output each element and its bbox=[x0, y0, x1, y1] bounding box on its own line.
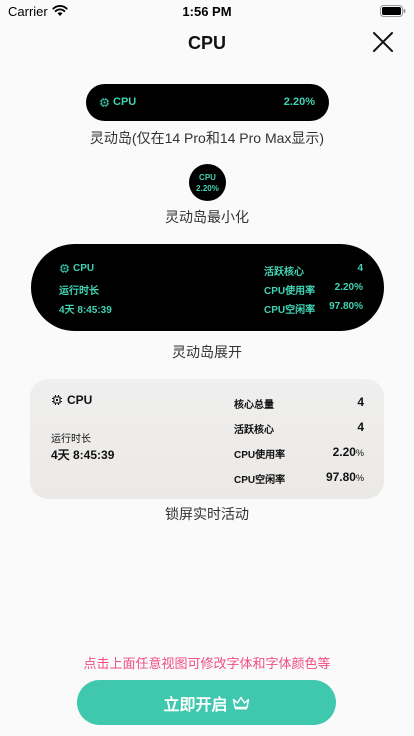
cpu-chip-icon bbox=[52, 395, 62, 405]
expanded-active-cores-value: 4 bbox=[357, 263, 363, 274]
dynamic-island-compact[interactable]: CPU 2.20% bbox=[86, 84, 329, 121]
lockscreen-live-activity[interactable]: CPU 运行时长 4天 8:45:39 核心总量 4 活跃核心 4 CPU使用率… bbox=[30, 379, 384, 499]
lock-row-usage: CPU使用率 2.20% bbox=[234, 445, 364, 461]
pill-cpu-label: CPU bbox=[113, 96, 137, 108]
lock-usage-unit: % bbox=[355, 448, 364, 458]
lock-uptime-value: 4天 8:45:39 bbox=[51, 448, 115, 462]
lock-row-total-cores: 核心总量 4 bbox=[234, 395, 364, 411]
lock-active-cores-value: 4 bbox=[357, 420, 364, 434]
dynamic-island-expanded[interactable]: CPU 运行时长 4天 8:45:39 活跃核心 4 CPU使用率 2.20% … bbox=[31, 244, 384, 331]
expanded-caption: 灵动岛展开 bbox=[172, 344, 242, 360]
status-bar: Carrier 1:56 PM bbox=[0, 0, 414, 22]
customize-hint: 点击上面任意视图可修改字体和字体颜色等 bbox=[83, 656, 331, 671]
expanded-idle-label: CPU空闲率 bbox=[264, 305, 316, 316]
lock-idle-value-group: 97.80% bbox=[326, 470, 364, 484]
enable-now-label: 立即开启 bbox=[163, 696, 228, 714]
expanded-uptime-value: 4天 8:45:39 bbox=[59, 305, 112, 316]
lock-row-active-cores: 活跃核心 4 bbox=[234, 420, 364, 436]
lock-idle-value: 97.80 bbox=[325, 470, 356, 484]
pill-cpu-value: 2.20% bbox=[283, 96, 315, 108]
page-title: CPU bbox=[187, 33, 226, 53]
lock-idle-unit: % bbox=[355, 473, 364, 483]
dynamic-island-minimal[interactable]: CPU 2.20% bbox=[189, 164, 226, 201]
battery-icon bbox=[380, 5, 406, 17]
lock-total-cores-value: 4 bbox=[357, 395, 364, 409]
lock-row-idle: CPU空闲率 97.80% bbox=[234, 470, 364, 486]
expanded-active-cores-label: 活跃核心 bbox=[264, 267, 304, 278]
lock-idle-label: CPU空闲率 bbox=[234, 475, 286, 486]
minimal-cpu-value: 2.20% bbox=[196, 183, 219, 193]
expanded-cpu-label: CPU bbox=[73, 263, 95, 274]
lock-usage-label: CPU使用率 bbox=[234, 450, 286, 461]
cpu-chip-icon bbox=[99, 97, 110, 107]
expanded-usage-label: CPU使用率 bbox=[264, 286, 316, 297]
lock-cpu-label: CPU bbox=[67, 393, 93, 407]
close-icon[interactable] bbox=[372, 31, 394, 53]
lock-usage-value-group: 2.20% bbox=[333, 445, 364, 459]
lock-title-group: CPU bbox=[51, 393, 92, 407]
lock-usage-value: 2.20 bbox=[332, 445, 356, 459]
lock-active-cores-label: 活跃核心 bbox=[234, 425, 274, 436]
expanded-uptime-label: 运行时长 bbox=[59, 286, 99, 297]
lock-total-cores-label: 核心总量 bbox=[234, 400, 274, 411]
expanded-idle-value: 97.80% bbox=[329, 301, 363, 312]
crown-icon bbox=[232, 696, 249, 709]
lockscreen-caption: 锁屏实时活动 bbox=[165, 506, 249, 522]
expanded-label-group: CPU bbox=[59, 263, 94, 274]
cpu-chip-icon bbox=[59, 263, 70, 274]
minimal-cpu-label: CPU bbox=[199, 172, 216, 182]
pill-caption: 灵动岛(仅在14 Pro和14 Pro Max显示) bbox=[89, 130, 325, 146]
expanded-usage-value: 2.20% bbox=[334, 282, 363, 293]
minimal-caption: 灵动岛最小化 bbox=[165, 209, 249, 225]
status-time: 1:56 PM bbox=[182, 4, 232, 19]
lock-uptime-label: 运行时长 bbox=[51, 434, 91, 445]
enable-now-button[interactable]: 立即开启 bbox=[77, 680, 336, 725]
pill-label-group: CPU bbox=[99, 96, 136, 108]
